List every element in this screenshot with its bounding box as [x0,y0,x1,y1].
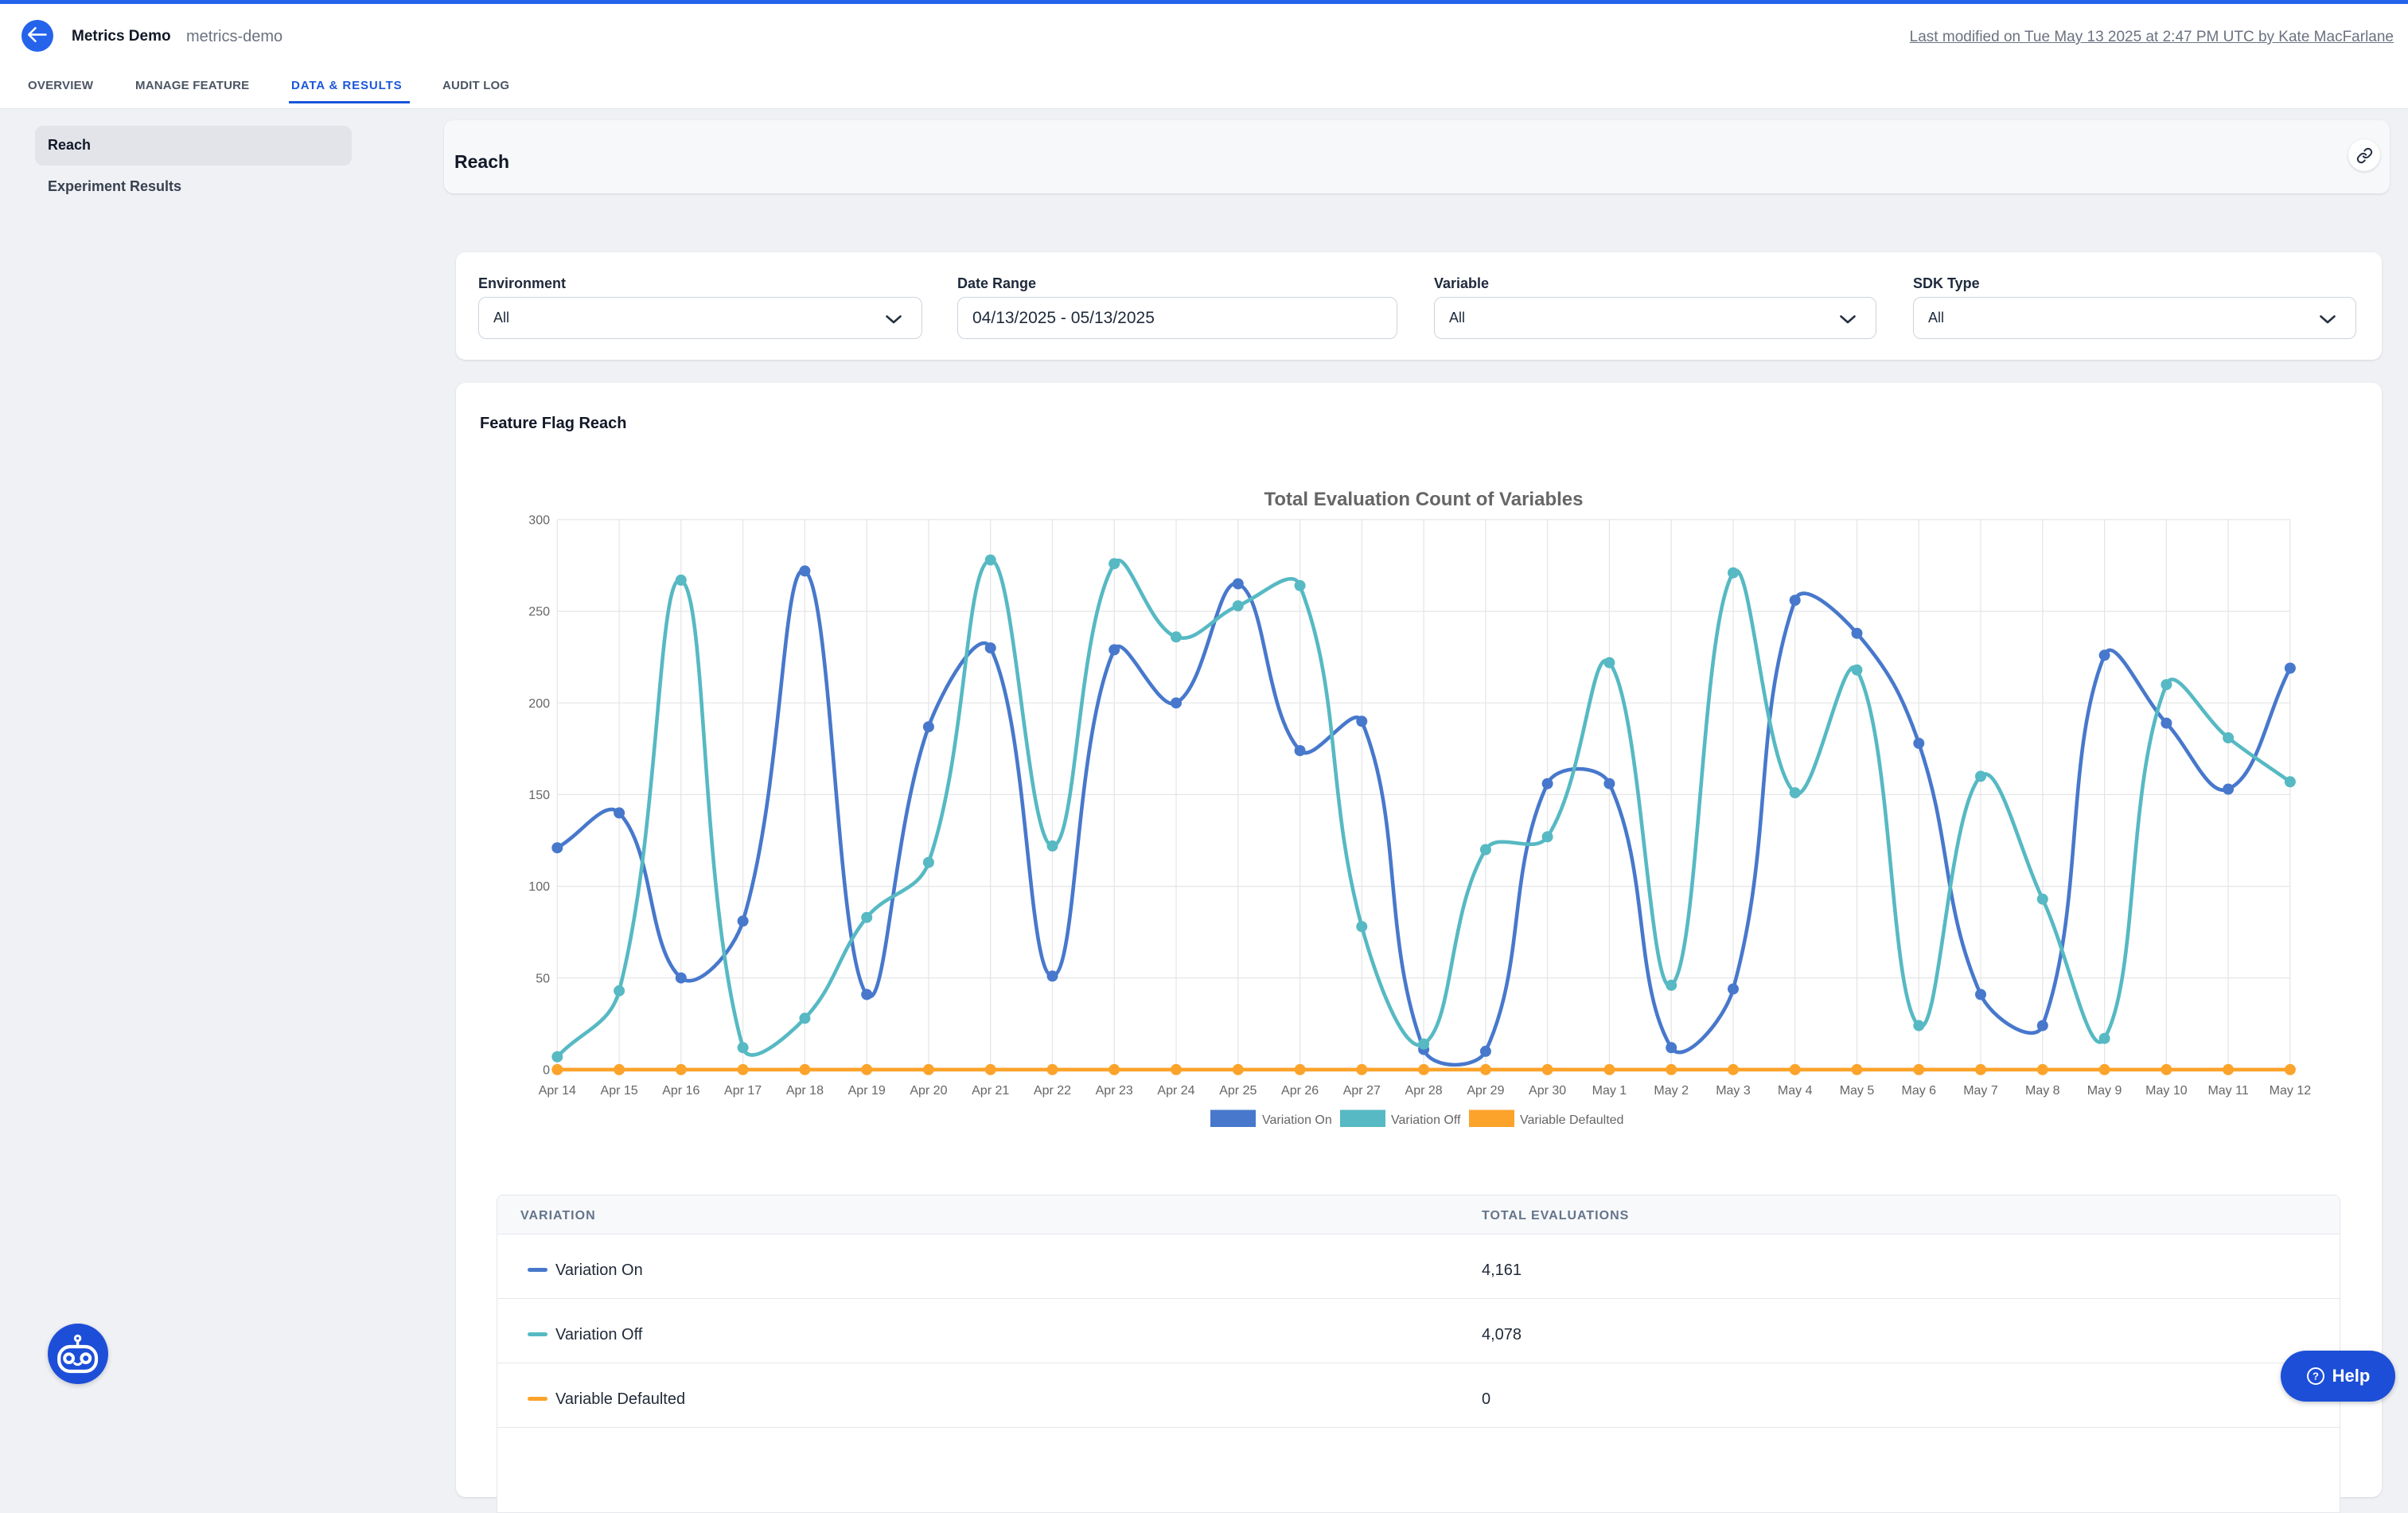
svg-text:Apr 27: Apr 27 [1343,1084,1381,1098]
svg-text:Apr 29: Apr 29 [1467,1084,1504,1098]
svg-text:0: 0 [543,1064,550,1078]
svg-text:Apr 25: Apr 25 [1219,1084,1257,1098]
svg-text:May 5: May 5 [1840,1084,1875,1098]
svg-text:50: 50 [536,972,550,985]
svg-text:May 10: May 10 [2145,1084,2188,1098]
svg-text:?: ? [2313,1371,2319,1382]
svg-text:Apr 15: Apr 15 [601,1084,638,1098]
svg-text:Apr 17: Apr 17 [724,1084,762,1098]
svg-text:Apr 20: Apr 20 [910,1084,947,1098]
svg-text:250: 250 [528,606,550,619]
svg-text:100: 100 [528,880,550,894]
svg-text:Apr 16: Apr 16 [662,1084,699,1098]
svg-text:May 2: May 2 [1654,1084,1689,1098]
svg-text:Apr 21: Apr 21 [972,1084,1009,1098]
svg-text:Apr 26: Apr 26 [1281,1084,1319,1098]
svg-text:300: 300 [528,514,550,528]
svg-text:May 6: May 6 [1902,1084,1937,1098]
svg-text:Apr 30: Apr 30 [1529,1084,1566,1098]
svg-text:Apr 14: Apr 14 [539,1084,576,1098]
svg-text:150: 150 [528,789,550,802]
svg-text:May 8: May 8 [2025,1084,2060,1098]
svg-text:Apr 18: Apr 18 [786,1084,824,1098]
svg-text:Apr 28: Apr 28 [1405,1084,1443,1098]
svg-text:Apr 19: Apr 19 [848,1084,886,1098]
svg-text:Total Evaluation Count of Vari: Total Evaluation Count of Variables [1264,489,1584,510]
svg-text:Apr 24: Apr 24 [1157,1084,1194,1098]
svg-text:May 12: May 12 [2270,1084,2312,1098]
svg-text:May 7: May 7 [1963,1084,1998,1098]
svg-text:May 1: May 1 [1592,1084,1627,1098]
svg-text:Variable Defaulted: Variable Defaulted [1520,1113,1623,1127]
svg-text:May 11: May 11 [2207,1084,2248,1098]
svg-text:May 9: May 9 [2087,1084,2122,1098]
svg-text:Variation Off: Variation Off [1391,1113,1461,1127]
svg-text:May 3: May 3 [1716,1084,1751,1098]
svg-text:Variation On: Variation On [1262,1113,1332,1127]
svg-text:May 4: May 4 [1778,1084,1813,1098]
svg-text:Apr 22: Apr 22 [1034,1084,1071,1098]
svg-text:200: 200 [528,697,550,711]
svg-text:Apr 23: Apr 23 [1096,1084,1133,1098]
